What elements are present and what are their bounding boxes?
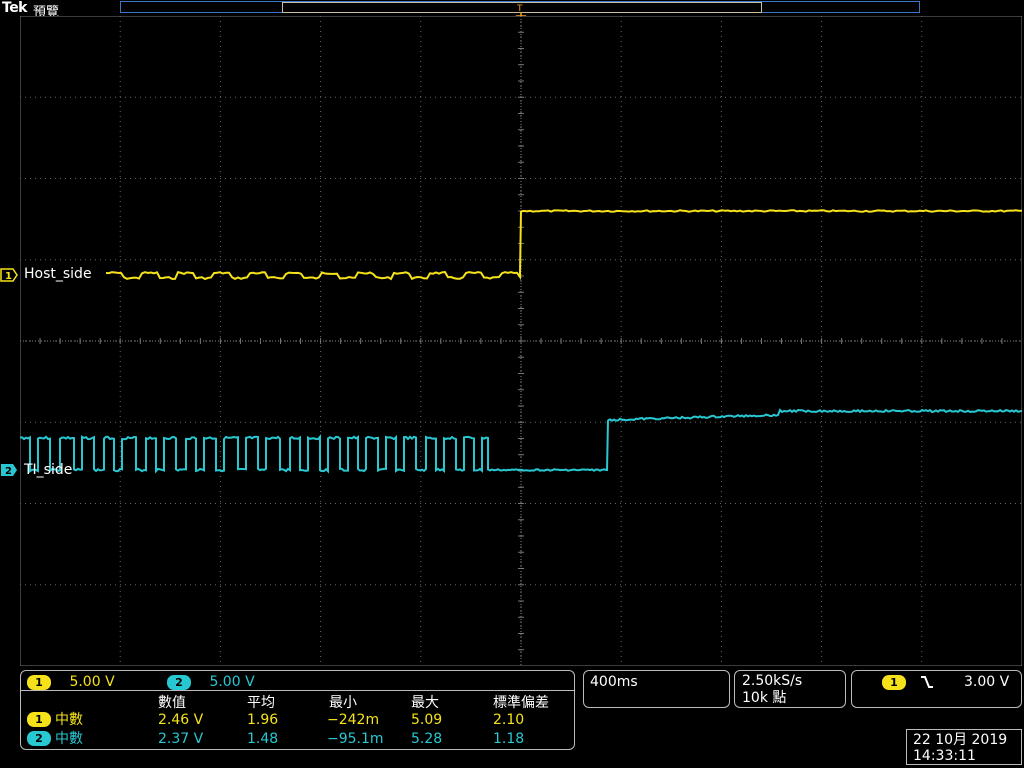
status-bar: Tek 預覽 T (0, 0, 1024, 23)
meas-header-std: 標準偏差 (493, 695, 549, 711)
ch1-badge: 1 (27, 675, 51, 690)
trigger-level: 3.00 V (964, 674, 1010, 690)
trigger-readout[interactable]: 1 3.00 V (851, 670, 1022, 708)
meas-ch1-badge: 1 (27, 712, 51, 727)
ch2-badge: 2 (167, 675, 191, 690)
meas-ch1-type: 中數 (55, 712, 83, 728)
meas-header-max: 最大 (411, 695, 439, 711)
sample-rate: 2.50kS/s (742, 673, 803, 689)
tek-logo: Tek (2, 0, 28, 16)
date-text: 22 10月 2019 (913, 732, 1008, 748)
time-text: 14:33:11 (913, 748, 976, 764)
acquisition-readout[interactable]: 2.50kS/s 10k 點 (734, 670, 846, 708)
datetime-readout: 22 10月 2019 14:33:11 (906, 729, 1022, 765)
meas-header-min: 最小 (329, 695, 357, 711)
meas-ch2-type: 中數 (55, 731, 83, 747)
panel-divider (21, 690, 574, 691)
ch2-scale: 5.00 V (209, 674, 255, 690)
measurement-row-ch1[interactable]: 1 中數 2.46 V 1.96 −242m 5.09 2.10 (27, 712, 572, 728)
ch2-marker-label: 2 (5, 466, 12, 477)
meas-ch1-mean: 1.96 (247, 712, 279, 728)
ch1-label: Host_side (24, 266, 92, 282)
meas-ch1-std: 2.10 (493, 712, 525, 728)
ch2-ground-marker[interactable]: 2 (0, 463, 18, 477)
meas-header-value: 數值 (158, 695, 186, 711)
trigger-source-badge: 1 (882, 675, 906, 690)
ch2-scale-readout[interactable]: 2 5.00 V (167, 674, 255, 690)
measurement-row-ch2[interactable]: 2 中數 2.37 V 1.48 −95.1m 5.28 1.18 (27, 731, 572, 747)
meas-ch1-value: 2.46 V (158, 712, 204, 728)
meas-ch2-mean: 1.48 (247, 731, 279, 747)
meas-ch2-max: 5.28 (411, 731, 443, 747)
meas-header-mean: 平均 (247, 695, 275, 711)
ch2-label: TI_side (24, 462, 73, 478)
ch1-marker-label: 1 (5, 271, 12, 282)
ch1-scale-readout[interactable]: 1 5.00 V (27, 674, 115, 690)
timebase-value: 400ms (590, 674, 638, 690)
meas-ch1-min: −242m (327, 712, 380, 728)
meas-ch2-badge: 2 (27, 731, 51, 746)
record-length: 10k 點 (742, 690, 787, 706)
meas-ch1-max: 5.09 (411, 712, 443, 728)
meas-ch2-value: 2.37 V (158, 731, 204, 747)
falling-edge-icon (921, 676, 933, 688)
meas-ch2-min: −95.1m (327, 731, 384, 747)
timebase-readout[interactable]: 400ms (583, 670, 730, 708)
ch1-scale: 5.00 V (69, 674, 115, 690)
meas-ch2-std: 1.18 (493, 731, 525, 747)
vertical-measurement-panel: 1 5.00 V 2 5.00 V 數值 平均 最小 最大 標準偏差 1 中數 … (20, 670, 575, 750)
ch1-ground-marker[interactable]: 1 (0, 268, 18, 282)
svg-text:T: T (516, 4, 523, 14)
waveform-display[interactable] (20, 16, 1022, 666)
